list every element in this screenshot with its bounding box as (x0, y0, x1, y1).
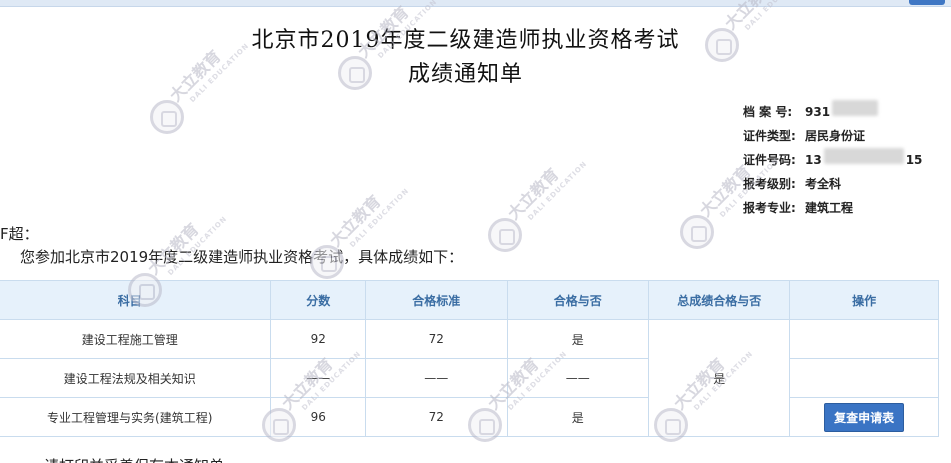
id-type-row: 证件类型: 居民身份证 (743, 124, 922, 148)
page-subtitle: 成绩通知单 (407, 62, 523, 87)
header-standard: 合格标准 (364, 280, 508, 320)
overall-pass-cell: 是 (648, 319, 791, 437)
watermark-logo-icon (150, 100, 184, 134)
subject-cell: 建设工程施工管理 (0, 319, 272, 359)
header-action: 操作 (789, 280, 939, 320)
id-number-suffix: 15 (905, 153, 923, 167)
footer-note: 请打印并妥善保存本通知单 (44, 455, 224, 463)
recheck-application-button[interactable]: 复查申请表 (824, 402, 905, 432)
standard-cell: —— (364, 358, 508, 398)
subject-cell: 建设工程法规及相关知识 (0, 358, 272, 398)
greeting: F超： (0, 225, 39, 243)
redacted-block (832, 100, 879, 116)
header-score: 分数 (270, 280, 366, 320)
table-row: 建设工程施工管理 92 72 是 是 (0, 319, 939, 437)
pass-cell: 是 (506, 397, 650, 437)
archive-value: 931 (805, 105, 831, 119)
redacted-block (823, 148, 904, 164)
major-label: 报考专业: (743, 201, 796, 215)
archive-row: 档 案 号: 931 (743, 100, 922, 124)
id-type-value: 居民身份证 (805, 129, 866, 143)
table-row: 专业工程管理与实务(建筑工程) 96 72 是 复查申请表 (0, 397, 939, 437)
level-label: 报考级别: (743, 177, 796, 191)
id-number-row: 证件号码: 13 15 (743, 148, 922, 172)
page-title: 北京市2019年度二级建造师执业资格考试 (251, 28, 680, 53)
header-pass: 合格与否 (506, 280, 650, 320)
score-cell: —— (270, 358, 366, 398)
level-row: 报考级别: 考全科 (743, 172, 922, 196)
pass-cell: —— (506, 358, 650, 398)
score-cell: 96 (270, 397, 366, 437)
watermark-logo-icon (488, 218, 522, 252)
action-cell (789, 319, 939, 359)
watermark-logo-icon (680, 215, 714, 249)
id-number-label: 证件号码: (743, 153, 796, 167)
candidate-info: 档 案 号: 931 证件类型: 居民身份证 证件号码: 13 15 报考级别:… (743, 100, 922, 220)
pass-cell: 是 (506, 319, 650, 359)
action-cell: 复查申请表 (789, 397, 939, 437)
id-type-label: 证件类型: (743, 129, 796, 143)
table-header-row: 科目 分数 合格标准 合格与否 总成绩合格与否 操作 (0, 280, 939, 320)
standard-cell: 72 (364, 319, 508, 359)
action-cell (789, 358, 939, 398)
top-nav-button[interactable] (909, 0, 945, 5)
score-cell: 92 (270, 319, 366, 359)
intro-text: 您参加北京市2019年度二级建造师执业资格考试，具体成绩如下： (20, 248, 464, 266)
header-overall: 总成绩合格与否 (648, 280, 791, 320)
watermark-subtext: DALI EDUCATION (348, 186, 411, 249)
id-number-prefix: 13 (805, 153, 822, 167)
watermark-text: 大立教育 (503, 164, 563, 224)
major-value: 建筑工程 (805, 201, 854, 215)
standard-cell: 72 (364, 397, 508, 437)
header-subject: 科目 (0, 280, 272, 320)
subject-cell: 专业工程管理与实务(建筑工程) (0, 397, 272, 437)
watermark-text: 大立教育 (325, 191, 385, 251)
level-value: 考全科 (805, 177, 842, 191)
major-row: 报考专业: 建筑工程 (743, 196, 922, 220)
top-nav-bar (0, 0, 951, 7)
table-row: 建设工程法规及相关知识 —— —— —— (0, 358, 939, 398)
watermark-subtext: DALI EDUCATION (526, 159, 589, 222)
archive-label: 档 案 号: (743, 105, 793, 119)
score-notice-page: 北京市2019年度二级建造师执业资格考试 成绩通知单 档 案 号: 931 证件… (0, 0, 951, 463)
score-table: 科目 分数 合格标准 合格与否 总成绩合格与否 操作 建设工程施工管理 92 7… (0, 280, 939, 437)
